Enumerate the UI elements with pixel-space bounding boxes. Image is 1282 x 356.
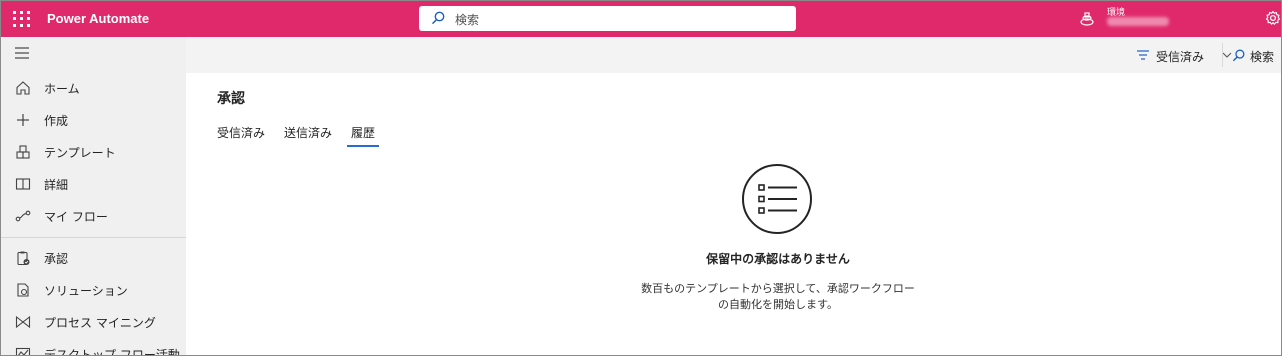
empty-state-illustration <box>742 164 812 234</box>
search-label: 検索 <box>1250 50 1275 64</box>
home-icon <box>16 81 30 95</box>
book-icon <box>15 178 31 190</box>
search-icon <box>431 11 445 25</box>
plus-icon <box>17 114 29 126</box>
nav-item-templates[interactable]: テンプレート <box>1 137 186 167</box>
nav-divider <box>1 237 186 238</box>
hamburger-icon[interactable] <box>15 47 29 59</box>
template-icon <box>16 145 30 159</box>
environment-icon[interactable] <box>1079 11 1095 27</box>
desktop-flow-icon <box>15 347 31 355</box>
top-bar: Power Automate 検索 環境 <box>1 1 1281 37</box>
filter-label: 受信済み <box>1156 50 1205 64</box>
chevron-down-icon <box>1222 52 1232 58</box>
nav-item-home[interactable]: ホーム <box>1 73 186 103</box>
search-placeholder: 検索 <box>455 13 480 27</box>
list-icon <box>758 184 797 214</box>
nav-item-label: デスクトップ フロー活動 <box>44 348 180 356</box>
nav-item-label: マイ フロー <box>44 210 108 224</box>
nav-item-label: 作成 <box>44 114 69 128</box>
tab-received[interactable]: 受信済み <box>217 124 265 141</box>
empty-state-description-line2: の自動化を開始します。 <box>718 298 838 311</box>
command-bar: 受信済み 検索 <box>186 37 1281 73</box>
page-title: 承認 <box>217 91 245 107</box>
flow-icon <box>15 210 31 222</box>
nav-item-label: プロセス マイニング <box>44 316 156 330</box>
tab-sent[interactable]: 送信済み <box>284 124 332 141</box>
filter-icon <box>1137 50 1149 60</box>
nav-item-label: 詳細 <box>44 178 69 192</box>
app-name[interactable]: Power Automate <box>47 11 149 26</box>
process-mining-icon <box>15 315 31 329</box>
nav-item-label: テンプレート <box>44 146 116 160</box>
nav-item-label: ホーム <box>44 82 80 96</box>
nav-item-my-flows[interactable]: マイ フロー <box>1 201 186 231</box>
app-window: Power Automate 検索 環境 ホーム 作成 テンプレート 詳細 マイ… <box>0 0 1282 356</box>
search-icon <box>1232 49 1245 62</box>
nav-item-create[interactable]: 作成 <box>1 105 186 135</box>
environment-name-redacted <box>1107 17 1169 26</box>
settings-icon[interactable] <box>1265 10 1281 26</box>
empty-state-title: 保留中の承認はありません <box>706 252 850 266</box>
nav-item-learn[interactable]: 詳細 <box>1 169 186 199</box>
empty-state-description-line1: 数百ものテンプレートから選択して、承認ワークフロー <box>641 282 915 295</box>
nav-item-desktop-flow-activity[interactable]: デスクトップ フロー活動 <box>1 339 186 356</box>
app-launcher-icon[interactable] <box>11 9 31 29</box>
tab-history[interactable]: 履歴 <box>346 124 380 147</box>
divider <box>1222 43 1223 67</box>
empty-state-description: 数百ものテンプレートから選択して、承認ワークフロー の自動化を開始します。 <box>1 281 1281 313</box>
search-input[interactable]: 検索 <box>419 6 796 31</box>
